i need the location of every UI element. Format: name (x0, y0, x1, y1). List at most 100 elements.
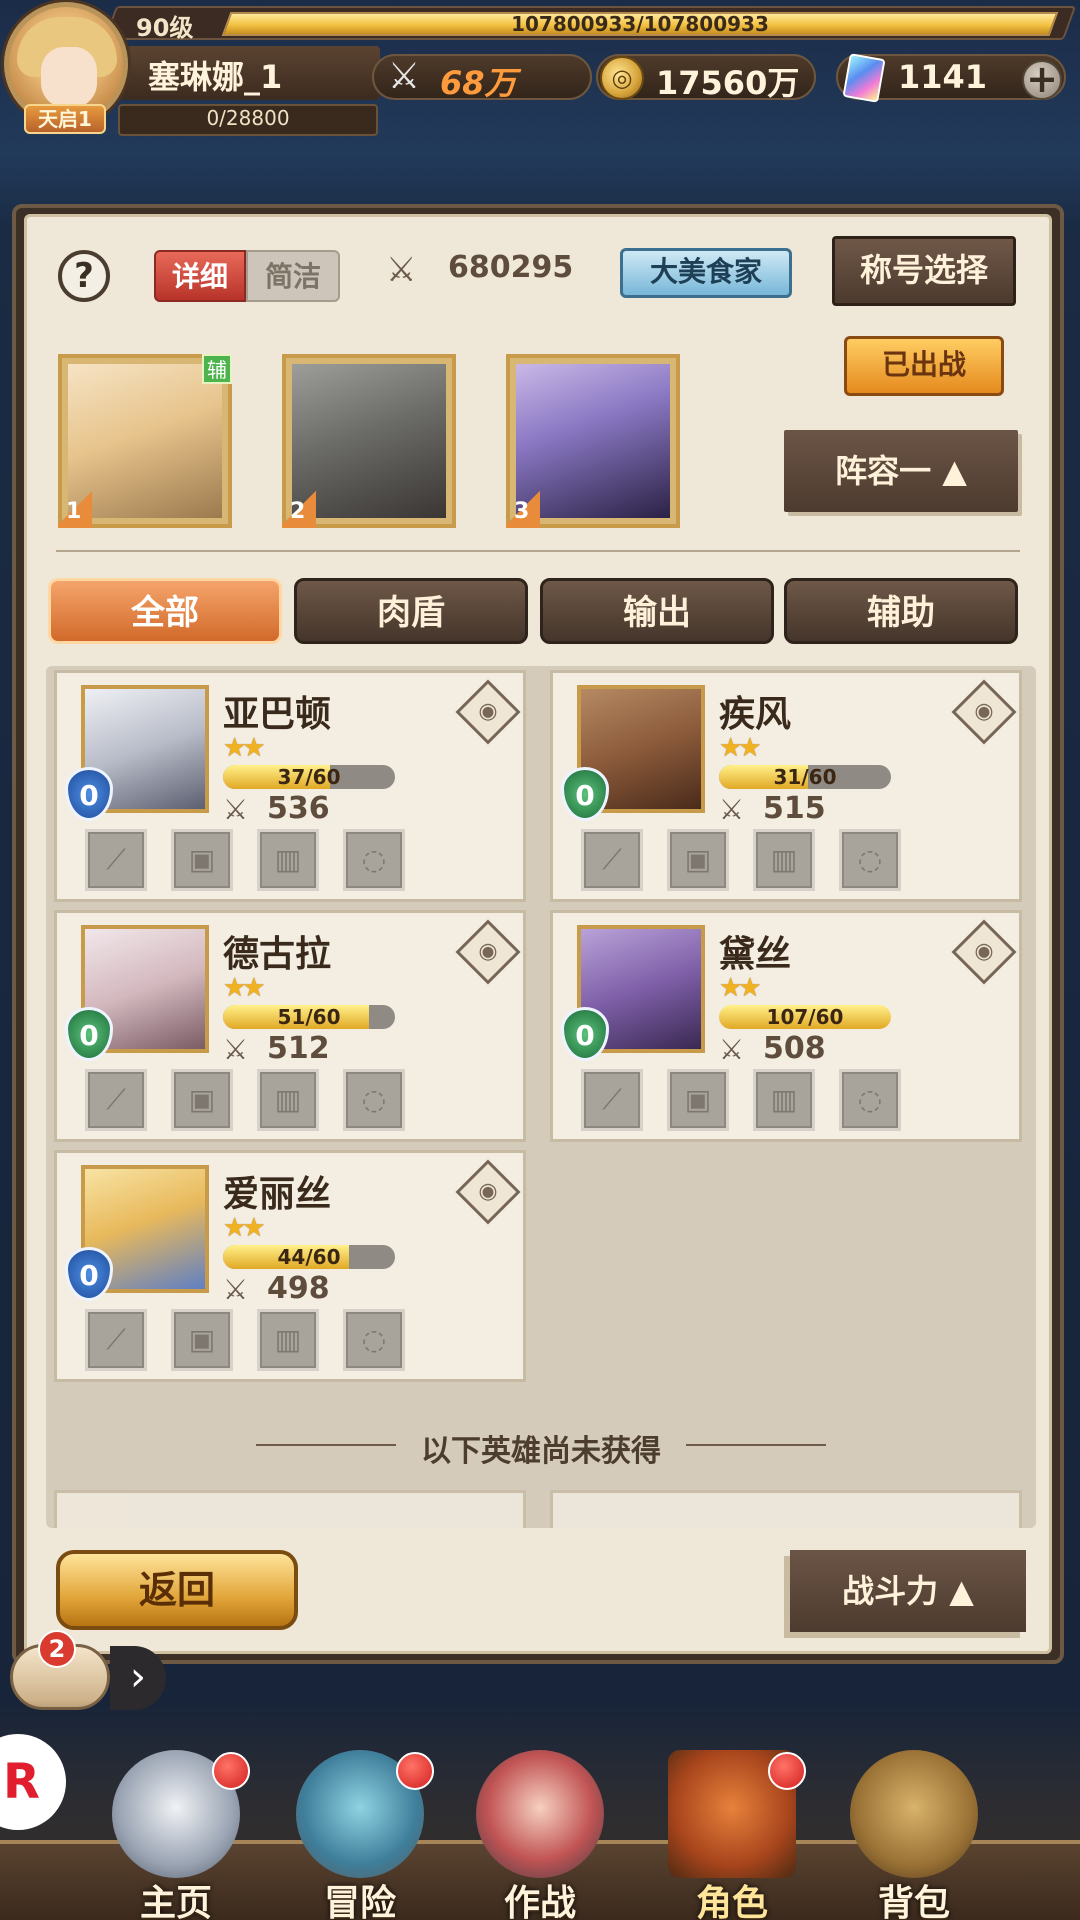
crossed-swords-icon: ⚔ (223, 793, 249, 826)
chat-unread-badge: 2 (38, 1630, 76, 1668)
hero-power: 536 (267, 791, 330, 826)
crossed-swords-icon: ⚔ (719, 1033, 745, 1066)
weapon-slot-icon[interactable]: ⟋ (85, 1309, 147, 1371)
banner-line-right (686, 1444, 826, 1446)
hero-name: 爱丽丝 (223, 1174, 332, 1215)
add-gems-button[interactable]: + (1022, 60, 1062, 100)
weapon-slot-icon[interactable]: ⟋ (581, 1069, 643, 1131)
locked-heroes-banner: 以下英雄尚未获得 (421, 1434, 661, 1469)
armor-slot-icon[interactable]: ▣ (667, 1069, 729, 1131)
hero-card[interactable]: 0 黛丝 ★★ 107/60 ⚔ 508 ◉ ⟋ ▣ ▥ ◌ (550, 910, 1022, 1142)
boots-slot-icon[interactable]: ▥ (257, 1309, 319, 1371)
nav-home[interactable]: 主页 (96, 1740, 256, 1920)
weapon-slot-icon[interactable]: ⟋ (85, 829, 147, 891)
profile-icon[interactable]: ◉ (455, 919, 521, 985)
shard-text: 51/60 (277, 1005, 341, 1029)
team-slot-2[interactable]: 2 (282, 354, 456, 528)
gold-coin-icon: ◎ (600, 56, 644, 100)
hero-card[interactable]: 0 亚巴顿 ★★ 37/60 ⚔ 536 ◉ ⟋ ▣ ▥ ◌ (54, 670, 526, 902)
weapon-slot-icon[interactable]: ⟋ (85, 1069, 147, 1131)
nav-label: 冒险 (323, 1883, 396, 1920)
nav-label: 背包 (877, 1883, 950, 1920)
nav-characters[interactable]: 角色 (652, 1740, 812, 1920)
hero-power: 512 (267, 1031, 330, 1066)
armor-slot-icon[interactable]: ▣ (667, 829, 729, 891)
hero-name: 黛丝 (719, 934, 792, 975)
slot-number: 3 (506, 488, 540, 528)
crossed-swords-icon: ⚔ (386, 250, 417, 290)
hero-power: 498 (267, 1271, 330, 1306)
shard-text: 44/60 (277, 1245, 341, 1269)
battle-character-icon (476, 1750, 604, 1878)
hero-card[interactable]: 0 疾风 ★★ 31/60 ⚔ 515 ◉ ⟋ ▣ ▥ ◌ (550, 670, 1022, 902)
notification-dot (396, 1752, 434, 1790)
chat-button[interactable]: 2 › (10, 1630, 166, 1710)
hero-name: 德古拉 (223, 934, 332, 975)
hero-power: 515 (763, 791, 826, 826)
team-slot-1[interactable]: 1 辅 (58, 354, 232, 528)
locked-hero-card[interactable] (54, 1490, 526, 1528)
divider (56, 550, 1020, 552)
nav-adventure[interactable]: 冒险 (280, 1740, 440, 1920)
title-badge: 大美食家 (620, 248, 792, 298)
detail-mode-toggle[interactable]: 详细 (154, 250, 246, 302)
star-icon: ★★ (223, 973, 266, 1003)
accessory-slot-icon[interactable]: ◌ (343, 1069, 405, 1131)
back-button[interactable]: 返回 (56, 1550, 298, 1630)
hero-list[interactable]: 0 亚巴顿 ★★ 37/60 ⚔ 536 ◉ ⟋ ▣ ▥ ◌ 0 疾风 ★★ 3… (46, 666, 1036, 1528)
filter-tab-tank[interactable]: 肉盾 (294, 578, 528, 644)
profile-icon[interactable]: ◉ (951, 679, 1017, 745)
profile-icon[interactable]: ◉ (455, 1159, 521, 1225)
backpack-icon (850, 1750, 978, 1878)
armor-slot-icon[interactable]: ▣ (171, 1069, 233, 1131)
gem-value: 1141 (898, 58, 988, 96)
hero-power: 508 (763, 1031, 826, 1066)
hero-card[interactable]: 0 德古拉 ★★ 51/60 ⚔ 512 ◉ ⟋ ▣ ▥ ◌ (54, 910, 526, 1142)
profile-icon[interactable]: ◉ (455, 679, 521, 745)
hero-card[interactable]: 0 爱丽丝 ★★ 44/60 ⚔ 498 ◉ ⟋ ▣ ▥ ◌ (54, 1150, 526, 1382)
accessory-slot-icon[interactable]: ◌ (839, 829, 901, 891)
nav-label: 主页 (139, 1883, 212, 1920)
nav-label: 角色 (695, 1883, 768, 1920)
boots-slot-icon[interactable]: ▥ (257, 1069, 319, 1131)
locked-hero-card[interactable] (550, 1490, 1022, 1528)
stamina-text: 0/28800 (206, 106, 290, 130)
notification-dot (212, 1752, 250, 1790)
team-slot-3[interactable]: 3 (506, 354, 680, 528)
player-name[interactable]: 塞琳娜_1 (148, 52, 282, 98)
nav-bag[interactable]: 背包 (834, 1740, 994, 1920)
gold-value: 17560万 (656, 64, 800, 102)
help-button[interactable]: ? (58, 250, 110, 302)
boots-slot-icon[interactable]: ▥ (257, 829, 319, 891)
armor-slot-icon[interactable]: ▣ (171, 1309, 233, 1371)
filter-tab-all[interactable]: 全部 (48, 578, 282, 644)
vip-badge[interactable]: 天启1 (24, 104, 106, 134)
filter-tab-dps[interactable]: 输出 (540, 578, 774, 644)
accessory-slot-icon[interactable]: ◌ (343, 1309, 405, 1371)
accessory-slot-icon[interactable]: ◌ (839, 1069, 901, 1131)
slot-number: 1 (58, 488, 92, 528)
exp-text: 107800933/107800933 (511, 12, 769, 36)
hero-name: 疾风 (719, 694, 792, 735)
slot-number: 2 (282, 488, 316, 528)
weapon-slot-icon[interactable]: ⟋ (581, 829, 643, 891)
title-select-button[interactable]: 称号选择 (832, 236, 1016, 306)
filter-tab-support[interactable]: 辅助 (784, 578, 1018, 644)
crossed-swords-icon: ⚔ (223, 1033, 249, 1066)
lineup-selector-button[interactable]: 阵容一 ▲ (784, 430, 1018, 512)
total-power-value: 680295 (448, 250, 574, 285)
accessory-slot-icon[interactable]: ◌ (343, 829, 405, 891)
profile-icon[interactable]: ◉ (951, 919, 1017, 985)
crossed-swords-icon: ⚔ (719, 793, 745, 826)
top-hud: 90级 107800933/107800933 塞琳娜_1 0/28800 天启… (0, 0, 1080, 150)
boots-slot-icon[interactable]: ▥ (753, 829, 815, 891)
nav-battle[interactable]: 作战 (460, 1740, 620, 1920)
nav-label: 作战 (503, 1883, 576, 1920)
crossed-swords-icon: ⚔ (387, 56, 421, 97)
sort-button[interactable]: 战斗力 ▲ (790, 1550, 1026, 1632)
shard-text: 37/60 (277, 765, 341, 789)
armor-slot-icon[interactable]: ▣ (171, 829, 233, 891)
brief-mode-toggle[interactable]: 简洁 (246, 250, 340, 302)
deployed-button[interactable]: 已出战 (844, 336, 1004, 396)
boots-slot-icon[interactable]: ▥ (753, 1069, 815, 1131)
